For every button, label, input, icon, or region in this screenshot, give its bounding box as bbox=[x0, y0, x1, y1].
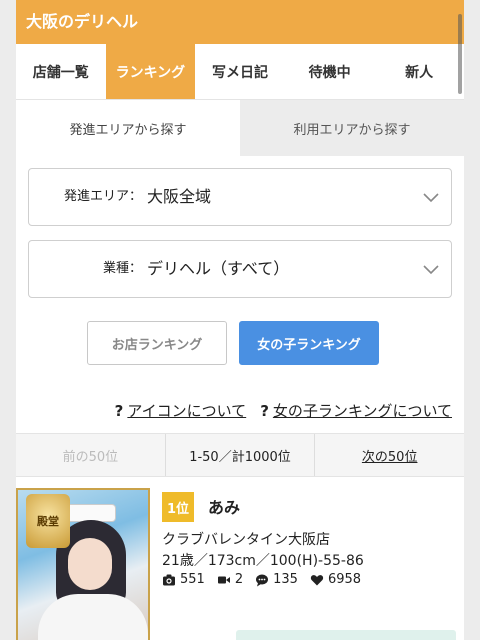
tab-waiting[interactable]: 待機中 bbox=[285, 44, 375, 99]
schedule-bar bbox=[236, 630, 456, 640]
tab-newcomer[interactable]: 新人 bbox=[374, 44, 464, 99]
pagination: 前の50位 1-50／計1000位 次の50位 bbox=[16, 433, 464, 477]
main-tabs: 店舗一覧 ランキング 写メ日記 待機中 新人 bbox=[16, 44, 464, 100]
video-icon bbox=[217, 576, 230, 583]
photo-count-value: 551 bbox=[180, 572, 205, 587]
area-select-label: 発進エリア： bbox=[63, 189, 142, 204]
help-links: ? アイコンについて ? 女の子ランキングについて bbox=[115, 400, 452, 421]
tab-search-by-departure-area[interactable]: 発進エリアから探す bbox=[16, 100, 240, 156]
page-title: 大阪のデリヘル bbox=[26, 12, 139, 31]
photo-face bbox=[68, 538, 112, 590]
girl-name[interactable]: あみ bbox=[208, 494, 240, 518]
girl-profile: 21歳／173cm／100(H)-55-86 bbox=[162, 553, 364, 569]
category-select-label: 業種： bbox=[102, 261, 142, 276]
girl-photo[interactable]: 殿堂 bbox=[16, 488, 150, 640]
area-select[interactable]: 発進エリア： 大阪全域 bbox=[28, 168, 452, 226]
about-icons-link[interactable]: ? アイコンについて bbox=[115, 400, 247, 421]
chevron-down-icon bbox=[423, 265, 439, 275]
photo-body bbox=[38, 594, 148, 640]
shop-ranking-button[interactable]: お店ランキング bbox=[87, 321, 227, 365]
page: 大阪のデリヘル 店舗一覧 ランキング 写メ日記 待機中 新人 発進エリアから探す… bbox=[16, 0, 464, 640]
video-count-value: 2 bbox=[234, 572, 244, 587]
chevron-down-icon bbox=[423, 193, 439, 203]
comment-count-value: 135 bbox=[273, 572, 298, 587]
ranking-card[interactable]: 殿堂 1位 あみ クラブバレンタイン大阪店 21歳／173cm／100(H)-5… bbox=[16, 488, 464, 640]
rank-badge: 1位 bbox=[162, 492, 194, 522]
question-icon: ? bbox=[260, 401, 269, 420]
tab-shop-list[interactable]: 店舗一覧 bbox=[16, 44, 106, 99]
next-page-link[interactable]: 次の50位 bbox=[315, 434, 464, 476]
scrollbar[interactable] bbox=[458, 14, 462, 94]
about-ranking-text: 女の子ランキングについて bbox=[272, 402, 452, 420]
area-select-value: 大阪全域 bbox=[147, 187, 212, 206]
category-select-value: デリヘル（すべて） bbox=[147, 259, 290, 278]
like-count: 6958 bbox=[310, 572, 361, 587]
site-header: 大阪のデリヘル bbox=[16, 0, 464, 44]
hall-of-fame-badge: 殿堂 bbox=[26, 494, 70, 548]
like-count-value: 6958 bbox=[327, 572, 362, 587]
category-select[interactable]: 業種： デリヘル（すべて） bbox=[28, 240, 452, 298]
girl-ranking-button[interactable]: 女の子ランキング bbox=[239, 321, 379, 365]
photo-count: 551 bbox=[162, 572, 205, 587]
question-icon: ? bbox=[114, 401, 124, 420]
about-ranking-link[interactable]: ? 女の子ランキングについて bbox=[260, 400, 452, 421]
hall-of-fame-badge-text: 殿堂 bbox=[37, 515, 59, 528]
about-icons-text: アイコンについて bbox=[127, 402, 247, 420]
prev-page-link: 前の50位 bbox=[16, 434, 166, 476]
search-mode-tabs: 発進エリアから探す 利用エリアから探す bbox=[16, 100, 464, 156]
tab-ranking[interactable]: ランキング bbox=[105, 44, 196, 99]
comment-count: 135 bbox=[255, 572, 298, 587]
shop-name[interactable]: クラブバレンタイン大阪店 bbox=[162, 529, 330, 549]
girl-stats: 551 2 135 6958 bbox=[162, 572, 361, 587]
page-range-info: 1-50／計1000位 bbox=[166, 434, 316, 476]
camera-icon bbox=[163, 574, 175, 585]
comment-icon bbox=[256, 574, 269, 586]
tab-photo-diary[interactable]: 写メ日記 bbox=[195, 44, 285, 99]
tab-search-by-service-area[interactable]: 利用エリアから探す bbox=[240, 100, 464, 156]
heart-icon bbox=[310, 574, 324, 585]
video-count: 2 bbox=[217, 572, 243, 587]
